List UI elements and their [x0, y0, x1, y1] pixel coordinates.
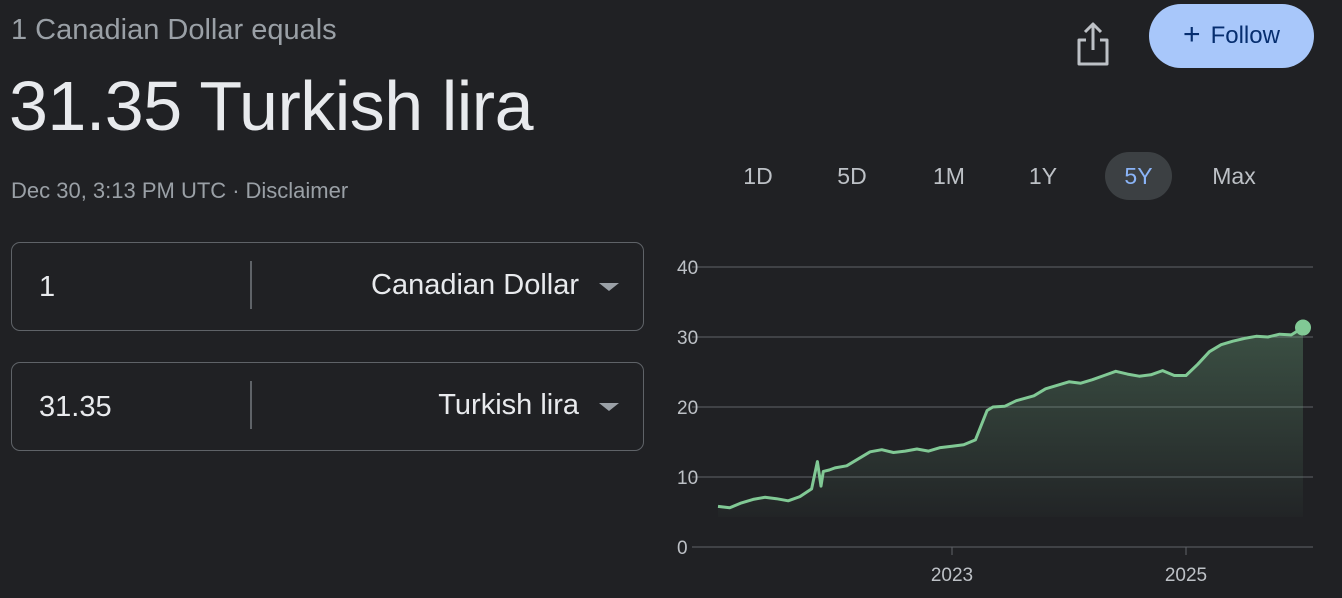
x-tick-label: 2023 [931, 565, 973, 586]
tab-1m[interactable]: 1M [926, 152, 972, 200]
chart-endpoint [1295, 319, 1311, 336]
share-icon [1077, 22, 1109, 66]
plus-icon: + [1183, 18, 1201, 51]
conversion-result: 31.35 Turkish lira [9, 67, 534, 145]
x-tick-label: 2025 [1165, 565, 1207, 586]
separator: · [232, 178, 240, 203]
divider [250, 261, 252, 309]
to-currency-select[interactable]: Turkish lira [438, 389, 579, 422]
to-amount-input[interactable]: 31.35 [39, 391, 112, 424]
tab-5d[interactable]: 5D [832, 152, 872, 200]
chevron-down-icon[interactable] [599, 403, 619, 411]
y-tick-label: 0 [677, 538, 688, 559]
share-button[interactable] [1070, 20, 1116, 70]
chart-area [718, 327, 1303, 517]
timestamp: Dec 30, 3:13 PM UTC [11, 178, 227, 203]
tab-1y[interactable]: 1Y [1023, 152, 1063, 200]
y-tick-label: 30 [677, 328, 698, 349]
y-tick-label: 40 [677, 258, 698, 279]
exchange-rate-chart: 0 10 20 30 40 2023 2025 [677, 258, 1313, 586]
from-amount-input[interactable]: 1 [39, 271, 55, 304]
tab-5y[interactable]: 5Y [1105, 152, 1172, 200]
conversion-subtitle: 1 Canadian Dollar equals [11, 14, 337, 46]
from-currency-box: 1 Canadian Dollar [11, 242, 644, 331]
y-tick-label: 10 [677, 468, 698, 489]
y-tick-label: 20 [677, 398, 698, 419]
follow-button[interactable]: + Follow [1149, 4, 1314, 68]
divider [250, 381, 252, 429]
follow-label: Follow [1210, 22, 1280, 49]
timestamp-line: Dec 30, 3:13 PM UTC · Disclaimer [11, 178, 348, 204]
tab-1d[interactable]: 1D [738, 152, 778, 200]
disclaimer-link[interactable]: Disclaimer [246, 178, 349, 203]
tab-max[interactable]: Max [1208, 152, 1260, 200]
chevron-down-icon[interactable] [599, 283, 619, 291]
to-currency-box: 31.35 Turkish lira [11, 362, 644, 451]
from-currency-select[interactable]: Canadian Dollar [371, 269, 579, 302]
